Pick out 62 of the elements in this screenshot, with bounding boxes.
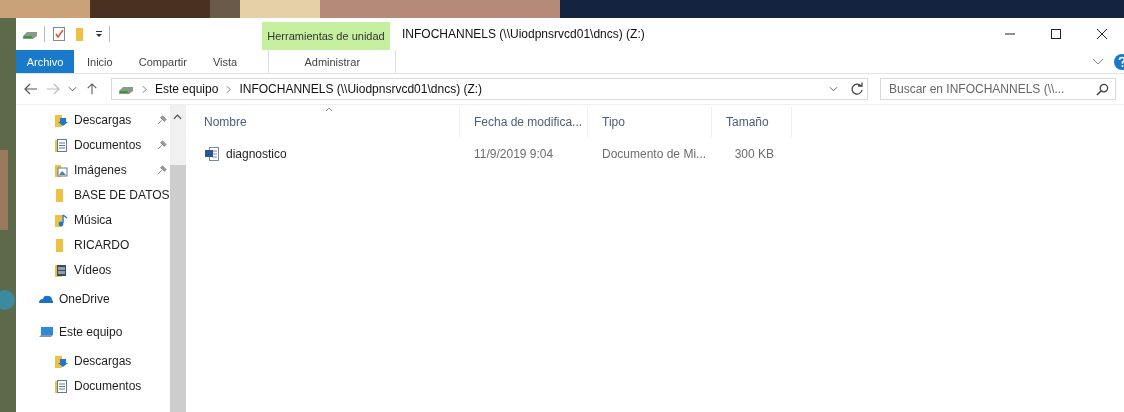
pin-icon[interactable] xyxy=(156,164,168,175)
scroll-up-icon[interactable] xyxy=(173,114,183,120)
checklist-icon[interactable] xyxy=(51,26,67,42)
table-cell: 300 KB xyxy=(734,147,774,161)
refresh-icon xyxy=(849,82,864,96)
music-icon xyxy=(53,211,69,228)
pin-icon[interactable] xyxy=(156,139,168,150)
breadcrumb[interactable]: INFOCHANNELS (\\Uiodpnsrvcd01\dncs) (Z:) xyxy=(239,82,483,96)
sidebar-item[interactable]: Este equipo xyxy=(16,315,170,348)
word-document-icon xyxy=(204,146,220,162)
sidebar-item[interactable]: Música xyxy=(16,207,170,232)
breadcrumb[interactable]: Este equipo xyxy=(155,82,219,96)
item-label: BASE DE DATOS xyxy=(74,187,170,202)
item-label: Vídeos xyxy=(74,262,112,277)
pin-icon[interactable] xyxy=(156,114,168,125)
dropdown-icon[interactable] xyxy=(95,30,103,38)
sidebar-item[interactable]: Descargas xyxy=(16,348,170,373)
ribbon-tab[interactable]: Archivo xyxy=(16,50,74,73)
sidebar-item[interactable]: BASE DE DATOS xyxy=(16,182,170,207)
file-name[interactable]: diagnostico xyxy=(226,147,287,161)
document-icon xyxy=(53,377,69,394)
search-icon[interactable] xyxy=(1096,82,1109,96)
sidebar-item[interactable]: RICARDO xyxy=(16,232,170,257)
chevron-icon[interactable] xyxy=(1092,57,1104,66)
chevron-icon[interactable] xyxy=(142,84,147,94)
scrollbar[interactable] xyxy=(169,105,186,412)
sort-caret-icon xyxy=(324,107,333,112)
context-tab-group: Herramientas de unidad xyxy=(262,22,390,50)
item-label: Documentos xyxy=(74,378,142,393)
sidebar-item[interactable]: Vídeos xyxy=(16,257,170,282)
up-arrow-icon[interactable] xyxy=(85,83,99,95)
item-label: Documentos xyxy=(74,137,142,152)
sidebar-item[interactable]: Descargas xyxy=(16,107,170,132)
address-bar[interactable]: Este equipo INFOCHANNELS (\\Uiodpnsrvcd01\dncs) (Z:) xyxy=(111,78,847,100)
item-label: Descargas xyxy=(74,353,132,368)
sidebar-item[interactable]: Documentos xyxy=(16,373,170,398)
sidebar-item[interactable]: Imágenes xyxy=(16,157,170,182)
maximize-icon[interactable] xyxy=(1050,28,1062,40)
table-cell: 11/9/2019 9:04 xyxy=(474,147,554,161)
column-header[interactable]: Tamaño xyxy=(712,107,792,137)
item-label: Imágenes xyxy=(74,162,127,177)
column-header[interactable]: Nombre xyxy=(190,107,460,137)
column-header[interactable]: Tipo xyxy=(588,107,712,137)
column-header[interactable]: Fecha de modifica... xyxy=(460,107,588,137)
caret-icon[interactable] xyxy=(68,86,77,92)
document-icon xyxy=(53,136,69,153)
back-icon[interactable] xyxy=(24,83,38,95)
item-label: RICARDO xyxy=(74,237,130,252)
sidebar-item[interactable]: Documentos xyxy=(16,132,170,157)
chevron-icon[interactable] xyxy=(226,84,232,94)
sidebar-item[interactable]: OneDrive xyxy=(16,282,170,315)
close-icon[interactable] xyxy=(1096,28,1108,40)
table-cell: Documento de Mi... xyxy=(602,147,707,161)
forward-icon[interactable] xyxy=(46,83,60,95)
ribbon-tab[interactable]: Administrar xyxy=(268,50,397,73)
item-label: Descargas xyxy=(74,112,132,127)
item-label: OneDrive xyxy=(59,291,110,306)
item-label: Música xyxy=(74,212,112,227)
window-title: INFOCHANNELS (\\Uiodpnsrvcd01\dncs) (Z:) xyxy=(402,27,645,41)
search-field[interactable]: Buscar en INFOCHANNELS (\\... xyxy=(880,78,1116,100)
refresh-button[interactable] xyxy=(846,78,868,100)
item-label: Este equipo xyxy=(59,324,123,339)
